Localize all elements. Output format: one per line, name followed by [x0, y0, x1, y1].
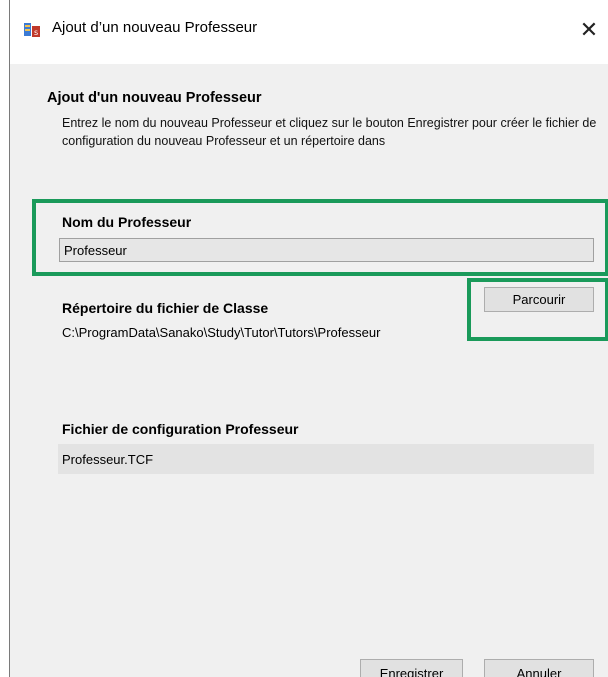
name-input-value: Professeur: [64, 242, 127, 258]
cancel-button-label: Annuler: [516, 665, 562, 677]
browse-button[interactable]: Parcourir: [484, 287, 594, 312]
header-title: Ajout d'un nouveau Professeur: [47, 90, 262, 106]
close-button[interactable]: ✕: [569, 8, 608, 52]
app-icon: s: [24, 23, 40, 37]
name-label: Nom du Professeur: [62, 214, 192, 230]
window-title: Ajout d’un nouveau Professeur: [52, 19, 258, 36]
save-button-label: Enregistrer: [379, 665, 444, 677]
name-input[interactable]: Professeur: [59, 238, 594, 262]
header-panel: Ajout d'un nouveau Professeur Entrez le …: [10, 64, 608, 186]
config-file-value: Professeur.TCF: [62, 451, 154, 467]
title-bar: s Ajout d’un nouveau Professeur ✕: [10, 0, 608, 64]
cancel-button[interactable]: Annuler: [484, 659, 594, 677]
config-label: Fichier de configuration Professeur: [62, 421, 299, 437]
dir-path: C:\ProgramData\Sanako\Study\Tutor\Tutors…: [62, 325, 381, 340]
browse-button-label: Parcourir: [512, 292, 566, 307]
dir-label: Répertoire du fichier de Classe: [62, 300, 269, 316]
form-panel: Nom du Professeur Professeur Répertoire …: [10, 186, 608, 626]
dialog-window: s Ajout d’un nouveau Professeur ✕ Ajout …: [9, 0, 608, 677]
dialog-footer: Enregistrer Annuler: [10, 626, 608, 677]
config-file-field: Professeur.TCF: [58, 444, 594, 474]
svg-text:s: s: [34, 28, 38, 37]
save-button[interactable]: Enregistrer: [360, 659, 463, 677]
close-icon: ✕: [579, 17, 599, 43]
header-description: Entrez le nom du nouveau Professeur et c…: [62, 116, 597, 148]
